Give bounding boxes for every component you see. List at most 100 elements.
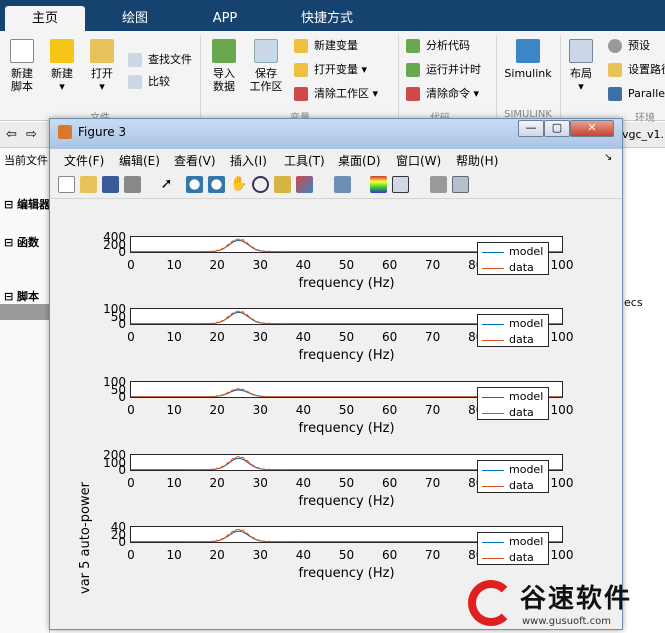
x-tick-label: 30 [252, 258, 268, 272]
x-tick-label: 10 [166, 403, 182, 417]
tab-plots[interactable]: 绘图 [91, 6, 179, 31]
x-tick-label: 0 [127, 476, 135, 490]
legend-swatch [482, 323, 504, 325]
new-button[interactable]: 新建 ▾ [44, 39, 80, 93]
new-figure-icon[interactable] [58, 176, 75, 193]
pan-hand-icon[interactable]: ✋ [230, 176, 247, 193]
menu-window[interactable]: 窗口(W) [396, 152, 441, 169]
legend-label: model [509, 463, 544, 476]
new-script-button[interactable]: 新建 脚本 [4, 39, 40, 93]
plus-icon [50, 39, 74, 63]
legend-icon[interactable] [392, 176, 409, 193]
legend-entry: data [482, 407, 534, 419]
legend-box[interactable]: model data [477, 242, 549, 275]
clear-commands-label: 清除命令 [426, 87, 470, 100]
parallel-button[interactable]: Parallel [608, 85, 665, 103]
folder-icon [90, 39, 114, 63]
figure-title-bar[interactable]: Figure 3 — ▢ ✕ [50, 119, 622, 149]
legend-box[interactable]: model data [477, 314, 549, 347]
import-icon [212, 39, 236, 63]
menu-help[interactable]: 帮助(H) [456, 152, 498, 169]
analyze-code-icon [406, 39, 420, 53]
section-scripts[interactable]: ⊟ 脚本 [4, 288, 39, 304]
colorbar-icon[interactable] [370, 176, 387, 193]
x-tick-label: 50 [338, 548, 355, 562]
open-variable-icon [294, 63, 308, 77]
menu-edit[interactable]: 编辑(E) [119, 152, 160, 169]
menu-tools[interactable]: 工具(T) [284, 152, 325, 169]
watermark: 谷速软件 www.gusuoft.com [468, 578, 665, 633]
new-variable-button[interactable]: 新建变量 [294, 37, 358, 55]
tab-home[interactable]: 主页 [5, 6, 85, 31]
link-plot-icon[interactable] [334, 176, 351, 193]
zoom-out-icon[interactable] [208, 176, 225, 193]
save-icon[interactable] [102, 176, 119, 193]
analyze-code-button[interactable]: 分析代码 [406, 37, 470, 55]
section-scripts-label: 脚本 [17, 290, 40, 303]
new-label: 新建 ▾ [51, 67, 73, 93]
legend-label: data [509, 333, 534, 346]
x-tick-label: 60 [381, 476, 398, 490]
clear-commands-button[interactable]: 清除命令 ▾ [406, 85, 479, 103]
new-variable-icon [294, 39, 308, 53]
compare-button[interactable]: 比较 [128, 73, 170, 91]
legend-entry: data [482, 552, 534, 564]
menu-insert[interactable]: 插入(I) [230, 152, 267, 169]
simulink-icon [516, 39, 540, 63]
preferences-button[interactable]: 预设 [608, 37, 650, 55]
save-workspace-button[interactable]: 保存 工作区 [246, 39, 286, 93]
hide-plot-tools-icon[interactable] [430, 176, 447, 193]
x-tick-label: 70 [425, 330, 441, 344]
legend-box[interactable]: model data [477, 532, 549, 565]
x-axis-label: frequency (Hz) [298, 276, 395, 291]
open-variable-button[interactable]: 打开变量 ▾ [294, 61, 367, 79]
clear-workspace-button[interactable]: 清除工作区 ▾ [294, 85, 378, 103]
section-editor-label: 编辑器 [17, 198, 51, 211]
maximize-button[interactable]: ▢ [544, 120, 570, 137]
open-label: 打开 ▾ [91, 67, 113, 93]
set-path-button[interactable]: 设置路径 [608, 61, 665, 79]
figure-title: Figure 3 [78, 125, 127, 139]
tab-shortcuts[interactable]: 快捷方式 [272, 6, 382, 31]
legend-box[interactable]: model data [477, 387, 549, 420]
editor-snippet-text: ecs [624, 296, 643, 309]
menu-desktop[interactable]: 桌面(D) [338, 152, 381, 169]
dock-arrow-icon[interactable]: ↘ [604, 152, 612, 163]
x-tick-label: 70 [425, 403, 441, 417]
section-functions[interactable]: ⊟ 函数 [4, 234, 39, 250]
find-files-button[interactable]: 查找文件 [128, 51, 192, 69]
print-icon[interactable] [124, 176, 141, 193]
import-data-button[interactable]: 导入 数据 [206, 39, 242, 93]
close-button[interactable]: ✕ [570, 120, 614, 137]
back-arrow-icon[interactable]: ⇦ [6, 127, 17, 142]
x-tick-label: 10 [166, 548, 182, 562]
x-tick-label: 10 [166, 476, 182, 490]
zoom-in-icon[interactable] [186, 176, 203, 193]
brush-icon[interactable] [296, 176, 313, 193]
run-and-time-button[interactable]: 运行并计时 [406, 61, 481, 79]
save-workspace-label: 保存 工作区 [249, 67, 283, 93]
overlapping-ylabel: var 5 auto-power [78, 482, 93, 594]
x-tick-label: 70 [425, 548, 441, 562]
forward-arrow-icon[interactable]: ⇨ [26, 127, 37, 142]
section-editor[interactable]: ⊟ 编辑器 [4, 196, 50, 212]
figure-window[interactable]: Figure 3 — ▢ ✕ 文件(F) 编辑(E) 查看(V) 插入(I) 工… [49, 118, 623, 630]
open-file-icon[interactable] [80, 176, 97, 193]
pointer-icon[interactable]: ➚ [158, 176, 175, 193]
menu-view[interactable]: 查看(V) [174, 152, 216, 169]
open-button[interactable]: 打开 ▾ [84, 39, 120, 93]
legend-swatch [482, 396, 504, 398]
new-script-icon [10, 39, 34, 63]
legend-box[interactable]: model data [477, 460, 549, 493]
open-variable-label: 打开变量 [314, 63, 358, 76]
layout-button[interactable]: 布局 ▾ [564, 39, 598, 93]
minimize-button[interactable]: — [518, 120, 544, 137]
tab-apps[interactable]: APP [181, 6, 269, 31]
show-plot-tools-icon[interactable] [452, 176, 469, 193]
simulink-button[interactable]: Simulink [502, 39, 554, 80]
x-axis-label: frequency (Hz) [298, 494, 395, 509]
selected-file-row[interactable] [0, 304, 50, 320]
rotate-icon[interactable] [252, 176, 269, 193]
menu-file[interactable]: 文件(F) [64, 152, 104, 169]
data-cursor-icon[interactable] [274, 176, 291, 193]
